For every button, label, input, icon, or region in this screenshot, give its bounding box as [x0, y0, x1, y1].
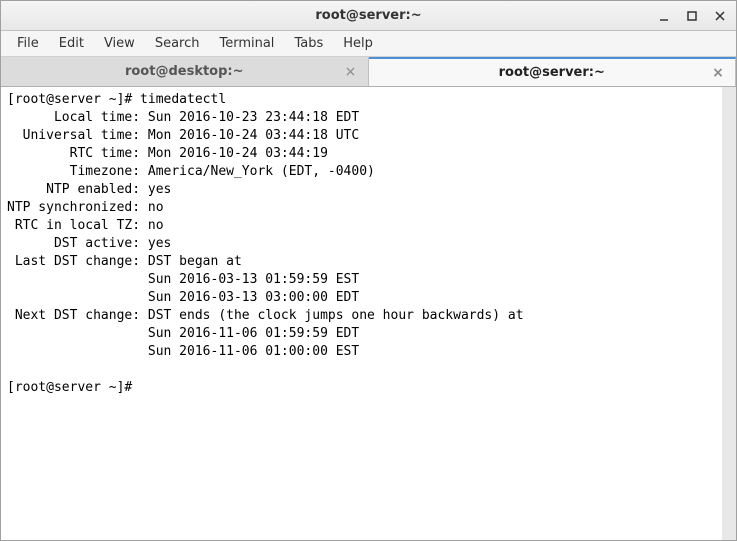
tab-close-icon[interactable]: ×	[711, 66, 725, 80]
menu-edit[interactable]: Edit	[49, 33, 94, 54]
menu-view[interactable]: View	[94, 33, 145, 54]
tab-close-icon[interactable]: ×	[344, 65, 358, 79]
window-title: root@server:~	[315, 8, 421, 23]
close-button[interactable]	[712, 8, 728, 24]
tab-label: root@server:~	[499, 65, 605, 80]
menu-search[interactable]: Search	[145, 33, 210, 54]
tab-label: root@desktop:~	[125, 64, 244, 79]
maximize-button[interactable]	[684, 8, 700, 24]
tabbar: root@desktop:~ × root@server:~ ×	[1, 57, 736, 87]
window-controls	[656, 1, 728, 30]
menu-file[interactable]: File	[7, 33, 49, 54]
maximize-icon	[686, 10, 698, 22]
minimize-icon	[658, 10, 670, 22]
minimize-button[interactable]	[656, 8, 672, 24]
menu-terminal[interactable]: Terminal	[209, 33, 284, 54]
titlebar: root@server:~	[1, 1, 736, 31]
tab-server[interactable]: root@server:~ ×	[369, 57, 737, 86]
terminal-window: root@server:~ File Edit View Search Term…	[0, 0, 737, 541]
menu-tabs[interactable]: Tabs	[284, 33, 333, 54]
tab-desktop[interactable]: root@desktop:~ ×	[1, 57, 369, 86]
terminal-output[interactable]: [root@server ~]# timedatectl Local time:…	[1, 87, 736, 540]
menu-help[interactable]: Help	[333, 33, 383, 54]
menubar: File Edit View Search Terminal Tabs Help	[1, 31, 736, 57]
close-icon	[714, 10, 726, 22]
